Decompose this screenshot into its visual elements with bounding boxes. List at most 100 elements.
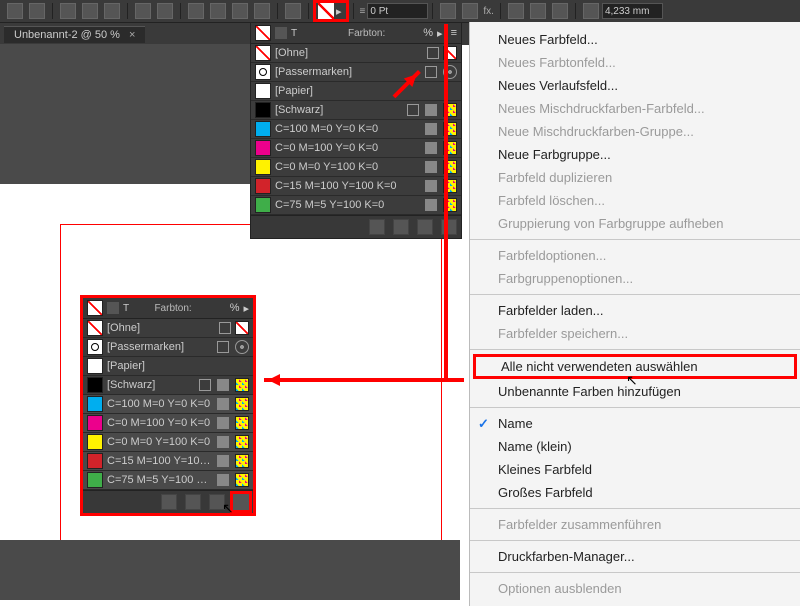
swatch-row[interactable]: [Ohne] xyxy=(251,44,461,63)
document-tab-label: Unbenannt-2 @ 50 % xyxy=(14,29,120,41)
swatch-row[interactable]: C=15 M=100 Y=100 K=0 xyxy=(251,177,461,196)
swatch-name: C=0 M=0 Y=100 K=0 xyxy=(107,436,211,448)
tool-icon[interactable] xyxy=(440,3,456,19)
swatch-row[interactable]: C=0 M=100 Y=0 K=0 xyxy=(83,414,253,433)
swatches-flyout-menu: Neues Farbfeld...Neues Farbtonfeld...Neu… xyxy=(469,22,800,606)
menu-item[interactable]: Kleines Farbfeld xyxy=(470,458,800,481)
stroke-none-icon[interactable] xyxy=(318,3,334,19)
swatch-row[interactable]: C=15 M=100 Y=100 ... xyxy=(83,452,253,471)
swatch-color-icon xyxy=(87,396,103,412)
tool-icon[interactable] xyxy=(29,3,45,19)
tool-icon[interactable] xyxy=(104,3,120,19)
stroke-weight-field[interactable] xyxy=(367,3,428,19)
object-toggle-icon[interactable] xyxy=(107,302,119,314)
swatch-name: [Ohne] xyxy=(107,322,213,334)
tool-icon[interactable] xyxy=(157,3,173,19)
swatch-row[interactable]: C=0 M=0 Y=100 K=0 xyxy=(83,433,253,452)
swatch-color-icon xyxy=(87,434,103,450)
menu-item[interactable]: Name xyxy=(470,412,800,435)
tool-icon[interactable] xyxy=(135,3,151,19)
menu-item[interactable]: Farbfelder laden... xyxy=(470,299,800,322)
align-icon[interactable] xyxy=(508,3,524,19)
swatch-row[interactable]: C=75 M=5 Y=100 K=0 xyxy=(83,471,253,490)
menu-item[interactable]: Druckfarben-Manager... xyxy=(470,545,800,568)
tool-icon[interactable] xyxy=(210,3,226,19)
panel-menu-icon[interactable]: ≡ xyxy=(451,27,457,39)
tint-arrow-icon[interactable]: ▸ xyxy=(437,27,443,40)
tool-icon[interactable] xyxy=(82,3,98,19)
color-type-icon xyxy=(217,417,229,429)
menu-item: Neue Mischdruckfarben-Gruppe... xyxy=(470,120,800,143)
view-mode-icon[interactable] xyxy=(161,494,177,510)
frame-icon[interactable] xyxy=(583,3,599,19)
fill-proxy-icon[interactable] xyxy=(87,300,103,316)
swatch-row[interactable]: C=0 M=0 Y=100 K=0 xyxy=(251,158,461,177)
new-group-icon[interactable] xyxy=(393,219,409,235)
dropdown-arrow-icon[interactable]: ▸ xyxy=(336,5,342,18)
new-group-icon[interactable] xyxy=(185,494,201,510)
swatch-color-icon xyxy=(87,453,103,469)
swatch-row[interactable]: [Passermarken] xyxy=(251,63,461,82)
cmyk-icon xyxy=(235,378,249,392)
swatch-row[interactable]: [Schwarz] xyxy=(83,376,253,395)
color-type-icon xyxy=(217,379,229,391)
cmyk-icon xyxy=(235,473,249,487)
new-swatch-icon[interactable] xyxy=(417,219,433,235)
tint-arrow-icon[interactable]: ▸ xyxy=(243,302,249,315)
swatch-name: C=100 M=0 Y=0 K=0 xyxy=(275,123,419,135)
dimension-field[interactable] xyxy=(602,3,663,19)
text-toggle-icon[interactable]: T xyxy=(291,28,297,39)
object-toggle-icon[interactable] xyxy=(275,27,287,39)
menu-item[interactable]: Name (klein) xyxy=(470,435,800,458)
menu-item: Neues Mischdruckfarben-Farbfeld... xyxy=(470,97,800,120)
app-control-bar: ▸ ≡ fx. xyxy=(0,0,800,23)
menu-item[interactable]: Neues Verlaufsfeld... xyxy=(470,74,800,97)
annotation-arrow xyxy=(264,378,464,382)
swatch-row[interactable]: [Passermarken] xyxy=(83,338,253,357)
text-toggle-icon[interactable]: T xyxy=(123,303,129,314)
color-type-icon xyxy=(425,161,437,173)
none-icon xyxy=(235,321,249,335)
swatch-row[interactable]: [Papier] xyxy=(251,82,461,101)
swatch-row[interactable]: C=100 M=0 Y=0 K=0 xyxy=(251,120,461,139)
color-type-icon xyxy=(425,142,437,154)
swatch-row[interactable]: [Papier] xyxy=(83,357,253,376)
swatches-panel-footer xyxy=(251,215,461,238)
menu-item[interactable]: Großes Farbfeld xyxy=(470,481,800,504)
swatch-row[interactable]: [Ohne] xyxy=(83,319,253,338)
view-mode-icon[interactable] xyxy=(369,219,385,235)
swatch-color-icon xyxy=(255,140,271,156)
align-icon[interactable] xyxy=(530,3,546,19)
fill-proxy-icon[interactable] xyxy=(255,25,271,41)
fx-label[interactable]: fx. xyxy=(483,6,494,17)
swatch-color-icon xyxy=(255,197,271,213)
align-icon[interactable] xyxy=(552,3,568,19)
tool-icon[interactable] xyxy=(285,3,301,19)
tool-icon[interactable] xyxy=(60,3,76,19)
tool-icon[interactable] xyxy=(7,3,23,19)
document-tab[interactable]: Unbenannt-2 @ 50 % × xyxy=(4,26,145,43)
swatch-row[interactable]: C=75 M=5 Y=100 K=0 xyxy=(251,196,461,215)
swatch-row[interactable]: [Schwarz] xyxy=(251,101,461,120)
swatch-name: C=15 M=100 Y=100 ... xyxy=(107,455,211,467)
menu-divider xyxy=(470,572,800,573)
color-type-icon xyxy=(217,436,229,448)
swatch-name: [Passermarken] xyxy=(107,341,211,353)
lock-icon xyxy=(199,379,211,391)
tool-icon[interactable] xyxy=(188,3,204,19)
menu-item[interactable]: Neue Farbgruppe... xyxy=(470,143,800,166)
annotation-line xyxy=(444,24,448,382)
swatches-panel-header: T Farbton: % ▸ ≡ xyxy=(251,23,461,44)
tint-value xyxy=(389,28,419,39)
swatch-row[interactable]: C=100 M=0 Y=0 K=0 xyxy=(83,395,253,414)
tool-icon[interactable] xyxy=(232,3,248,19)
swatch-name: [Schwarz] xyxy=(275,104,401,116)
close-tab-icon[interactable]: × xyxy=(129,29,135,41)
tool-icon[interactable] xyxy=(462,3,478,19)
lock-icon xyxy=(427,47,439,59)
tool-icon[interactable] xyxy=(254,3,270,19)
swatch-row[interactable]: C=0 M=100 Y=0 K=0 xyxy=(251,139,461,158)
menu-item[interactable]: Neues Farbfeld... xyxy=(470,28,800,51)
lock-icon xyxy=(219,322,231,334)
cursor-icon: ↖ xyxy=(222,500,234,517)
